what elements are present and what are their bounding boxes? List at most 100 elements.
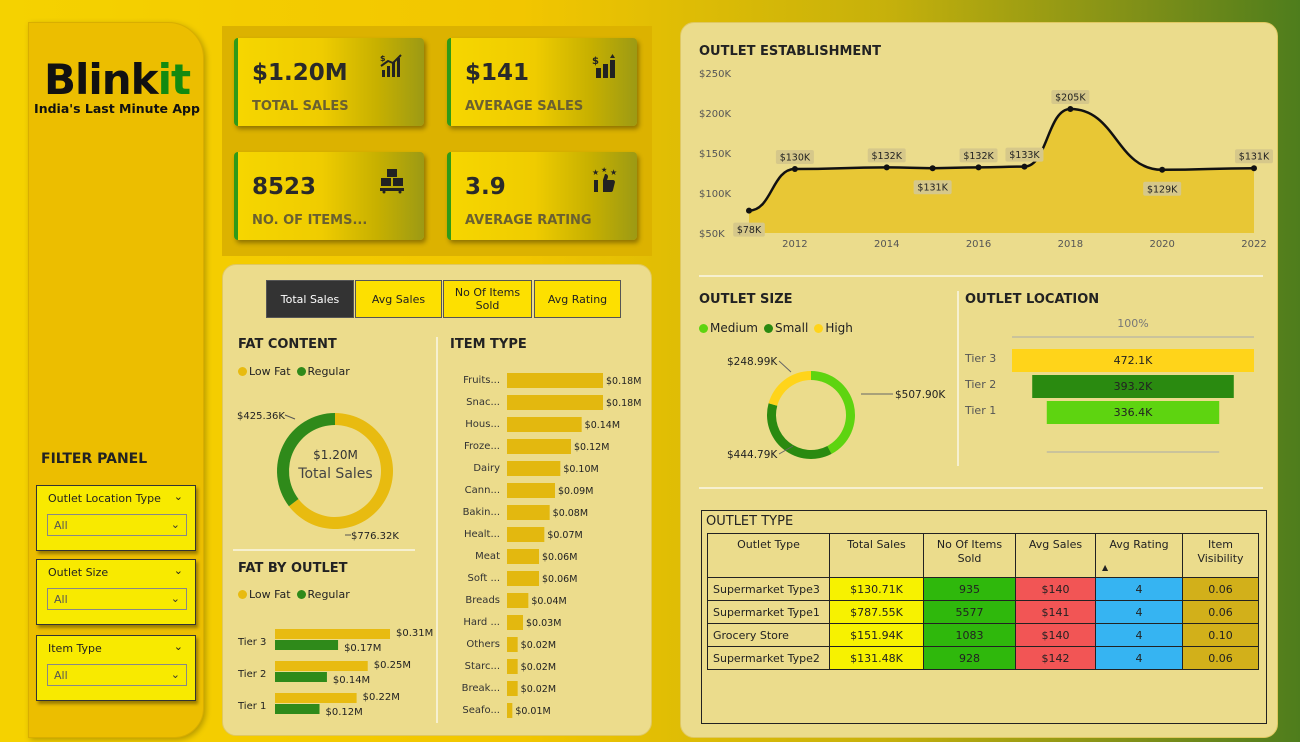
- data-label: 336.4K: [1114, 406, 1153, 419]
- bar-item-type: [507, 527, 545, 542]
- table-row[interactable]: Supermarket Type2 $131.48K 928 $142 4 0.06: [707, 646, 1259, 670]
- data-label: $0.02M: [521, 662, 556, 673]
- filter-panel-title: FILTER PANEL: [41, 451, 148, 467]
- data-label: $78K: [737, 225, 762, 236]
- bar-item-type: [507, 549, 539, 564]
- y-axis-tick-label: $100K: [699, 189, 731, 200]
- data-label: $0.08M: [553, 508, 588, 519]
- sort-ascending-icon[interactable]: ▲: [1102, 561, 1108, 575]
- axis-tick-label: Tier 1: [237, 701, 266, 712]
- thumbs-up-stars-icon: ★ ★ ★: [592, 166, 617, 192]
- section-divider: [436, 337, 438, 723]
- column-header-item-visibility[interactable]: Item Visibility: [1182, 533, 1259, 578]
- x-axis-tick-label: 2018: [1058, 239, 1083, 250]
- table-cell: 0.10: [1182, 623, 1259, 647]
- x-axis-tick-label: 2022: [1241, 239, 1266, 250]
- data-point: [929, 165, 936, 172]
- table-row[interactable]: Supermarket Type3 $130.71K 935 $140 4 0.06: [707, 577, 1259, 601]
- axis-tick-label: Tier 3: [237, 637, 266, 648]
- axis-tick-label: Hous...: [465, 419, 500, 430]
- sales-chart-icon: $: [380, 54, 402, 77]
- kpi-card-total-sales[interactable]: $1.20M TOTAL SALES $: [234, 38, 424, 126]
- table-cell: 0.06: [1182, 646, 1259, 670]
- chevron-down-icon: ⌄: [170, 518, 180, 531]
- column-header-avg-rating[interactable]: Avg Rating ▲: [1095, 533, 1183, 578]
- dropdown-value: All: [54, 593, 68, 606]
- data-point: [1159, 166, 1166, 173]
- table-row[interactable]: Grocery Store $151.94K 1083 $140 4 0.10: [707, 623, 1259, 647]
- table-row[interactable]: Supermarket Type1 $787.55K 5577 $141 4 0.06: [707, 600, 1259, 624]
- data-label: $0.06M: [542, 552, 577, 563]
- column-header-label: Avg Rating: [1109, 538, 1169, 551]
- data-label: $248.99K: [727, 356, 778, 368]
- data-label: $0.18M: [606, 398, 641, 409]
- data-label: $0.12M: [574, 442, 609, 453]
- data-point: [975, 164, 982, 171]
- data-label: $132K: [963, 151, 994, 162]
- item-type-dropdown[interactable]: All ⌄: [47, 664, 187, 686]
- tab-avg-rating[interactable]: Avg Rating: [534, 280, 621, 318]
- chevron-down-icon: ⌄: [170, 592, 180, 605]
- kpi-card-average-rating[interactable]: 3.9 AVERAGE RATING ★ ★ ★: [447, 152, 637, 240]
- data-label: 393.2K: [1114, 380, 1153, 393]
- slicer-outlet-location-type[interactable]: Outlet Location Type ⌄ All ⌄: [36, 485, 196, 551]
- data-label: $776.32K: [351, 531, 399, 542]
- x-axis-tick-label: 2014: [874, 239, 899, 250]
- bar-item-type: [507, 593, 529, 608]
- data-label: 472.1K: [1114, 354, 1153, 367]
- tab-avg-sales[interactable]: Avg Sales: [355, 280, 442, 318]
- kpi-label: AVERAGE RATING: [465, 213, 592, 228]
- chevron-down-icon[interactable]: ⌄: [174, 490, 183, 503]
- leader-line: [284, 414, 296, 420]
- bar-low-fat: [275, 661, 368, 671]
- table-cell: $151.94K: [829, 623, 924, 647]
- svg-text:★: ★: [592, 168, 599, 177]
- legend-item-high: High: [814, 321, 853, 335]
- outlet-location-title: OUTLET LOCATION: [965, 292, 1100, 307]
- axis-tick-label: Froze...: [464, 441, 500, 452]
- tab-no-of-items-sold[interactable]: No Of Items Sold: [443, 280, 532, 318]
- svg-text:$: $: [592, 56, 599, 67]
- axis-tick-label: Dairy: [473, 463, 500, 474]
- bar-item-type: [507, 483, 555, 498]
- chevron-down-icon[interactable]: ⌄: [174, 640, 183, 653]
- kpi-card-no-of-items[interactable]: 8523 NO. OF ITEMS...: [234, 152, 424, 240]
- bar-regular: [275, 704, 320, 714]
- column-header-total-sales[interactable]: Total Sales: [829, 533, 924, 578]
- fat-by-outlet-legend: Low Fat Regular: [238, 588, 350, 601]
- slicer-label: Outlet Location Type: [48, 492, 161, 505]
- axis-tick-label: Break...: [462, 683, 500, 694]
- data-label: $0.12M: [326, 707, 363, 718]
- column-header-outlet-type[interactable]: Outlet Type: [707, 533, 830, 578]
- right-panel: OUTLET ESTABLISHMENT $50K $100K $150K $200K…: [680, 22, 1278, 738]
- section-divider: [699, 275, 1263, 277]
- kpi-card-average-sales[interactable]: $141 AVERAGE SALES $: [447, 38, 637, 126]
- svg-text:★: ★: [610, 168, 617, 177]
- brand-tagline: India's Last Minute App: [34, 101, 200, 116]
- slicer-outlet-size[interactable]: Outlet Size ⌄ All ⌄: [36, 559, 196, 625]
- area-fill: [749, 109, 1254, 233]
- outlet-location-type-dropdown[interactable]: All ⌄: [47, 514, 187, 536]
- outlet-size-dropdown[interactable]: All ⌄: [47, 588, 187, 610]
- axis-tick-label: Breads: [465, 595, 500, 606]
- outlet-size-legend: Medium Small High: [699, 321, 853, 335]
- data-label: $0.02M: [521, 684, 556, 695]
- slicer-item-type[interactable]: Item Type ⌄ All ⌄: [36, 635, 196, 701]
- tab-total-sales[interactable]: Total Sales: [266, 280, 354, 318]
- x-axis-tick-label: 2012: [782, 239, 807, 250]
- y-axis-tick-label: $150K: [699, 149, 731, 160]
- table-cell: 928: [923, 646, 1016, 670]
- chevron-down-icon[interactable]: ⌄: [174, 564, 183, 577]
- data-label: $0.17M: [344, 643, 381, 654]
- donut-center-label: Total Sales: [298, 466, 373, 482]
- y-axis-tick-label: $50K: [699, 229, 725, 240]
- axis-tick-label: Hard ...: [463, 617, 500, 628]
- column-header-no-of-items-sold[interactable]: No Of Items Sold: [923, 533, 1016, 578]
- svg-text:$: $: [380, 54, 386, 63]
- kpi-label: AVERAGE SALES: [465, 99, 584, 114]
- table-cell: Grocery Store: [707, 623, 830, 647]
- section-divider: [699, 487, 1263, 489]
- data-label: $131K: [1239, 152, 1270, 163]
- bar-regular: [275, 672, 327, 682]
- column-header-avg-sales[interactable]: Avg Sales: [1015, 533, 1096, 578]
